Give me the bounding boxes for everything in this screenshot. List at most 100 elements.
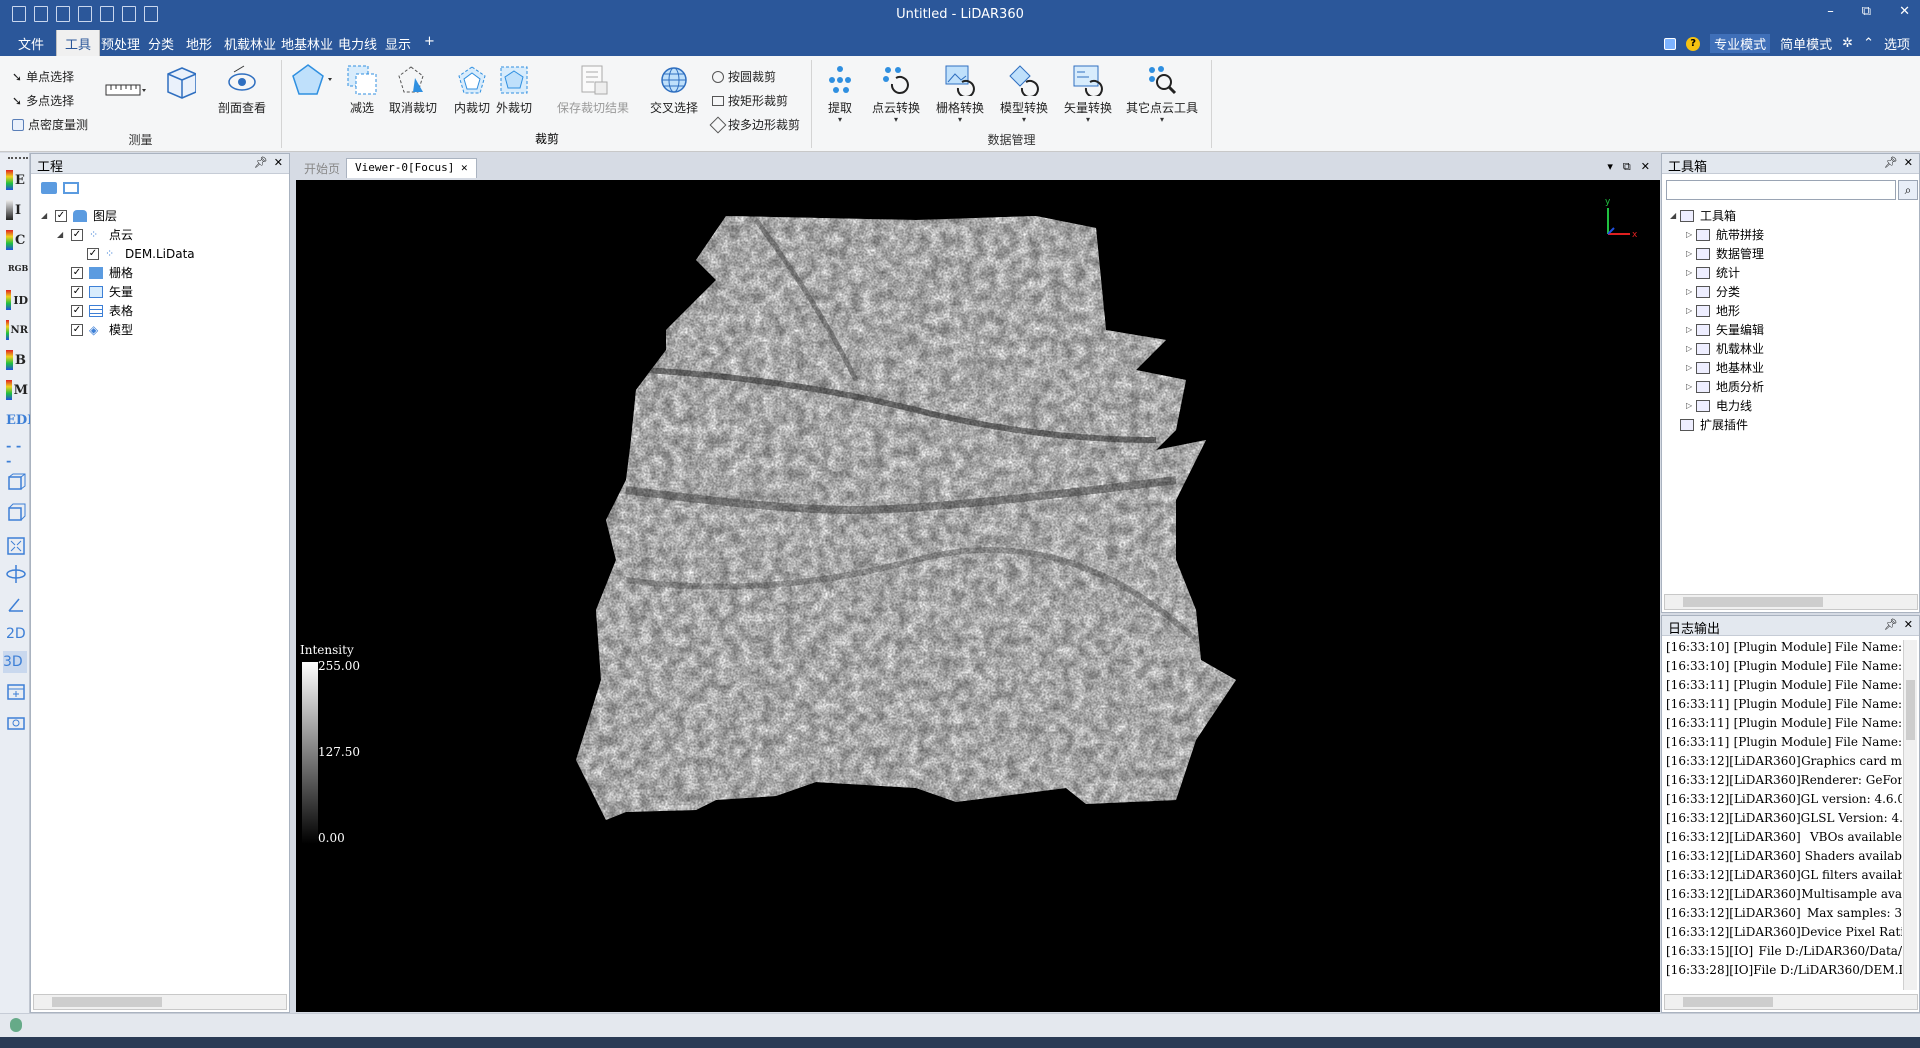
rotate-view-button[interactable] [6, 563, 28, 585]
ruler-button[interactable] [104, 74, 148, 109]
color-by-return-button[interactable]: NR [6, 319, 28, 341]
checkbox[interactable]: ✓ [71, 285, 83, 298]
toolbox-item[interactable]: ▷ 航带拼接 [1670, 225, 1764, 244]
measure-angle-button[interactable] [6, 593, 28, 615]
color-by-class-button[interactable]: C [6, 229, 28, 251]
checkbox[interactable]: ✓ [87, 247, 99, 260]
cross-select-button[interactable]: 交叉选择 [650, 64, 698, 116]
toolbox-item[interactable]: ▷ 矢量编辑 [1670, 320, 1764, 339]
tab-start-page[interactable]: 开始页 [296, 158, 348, 178]
toolbox-horizontal-scrollbar[interactable] [1664, 594, 1918, 610]
layout-icon[interactable] [1664, 37, 1677, 50]
pc-convert-button[interactable]: 点云转换 ▾ [872, 64, 920, 124]
line-style-button[interactable]: - - - [6, 439, 28, 469]
tree-node-vector[interactable]: ✓ 矢量 [41, 282, 195, 301]
profile-view-button[interactable]: 剖面查看 [218, 64, 266, 116]
cancel-clip-button[interactable]: 取消裁切 [389, 64, 437, 116]
expand-icon[interactable]: ▷ [1686, 268, 1696, 277]
pin-icon[interactable]: 📌︎ [1884, 156, 1898, 169]
tab-preprocess[interactable]: 预处理 [101, 34, 140, 53]
scroll-thumb[interactable] [1683, 997, 1773, 1007]
subtract-button[interactable]: 减选 [346, 64, 378, 116]
tree-node-pointcloud[interactable]: ◢ ✓ ⁘ 点云 [41, 225, 195, 244]
point-cloud-render[interactable]: Intensity 255.00 127.50 0.00 y x [296, 180, 1660, 1012]
expand-icon[interactable]: ▷ [1686, 306, 1696, 315]
tab-file[interactable]: 文件 [18, 34, 44, 53]
tree-node-model[interactable]: ✓ ◈ 模型 [41, 320, 195, 339]
other-tools-button[interactable]: 其它点云工具 ▾ [1126, 64, 1198, 124]
rect-clip-button[interactable]: 按矩形裁剪 [712, 92, 788, 109]
scroll-thumb[interactable] [1906, 680, 1915, 740]
tab-tls-forestry[interactable]: 地基林业 [281, 34, 333, 53]
checkbox[interactable]: ✓ [71, 304, 83, 317]
collapse-ribbon-icon[interactable]: ⌃ [1863, 36, 1874, 51]
layers-stack-icon[interactable] [63, 182, 79, 194]
search-icon[interactable]: ⌕ [1898, 180, 1918, 200]
close-tab-icon[interactable]: ✕ [461, 161, 468, 174]
restore-button[interactable]: ⧉ [1862, 4, 1871, 19]
edl-button[interactable]: EDL [6, 409, 36, 431]
tab-als-forestry[interactable]: 机载林业 [224, 34, 276, 53]
point-cloud-viewport[interactable]: Intensity 255.00 127.50 0.00 y x [296, 180, 1660, 1012]
tab-powerline[interactable]: 电力线 [338, 34, 377, 53]
inner-clip-button[interactable]: 内裁切 [454, 64, 490, 116]
view-2d-button[interactable]: 2D [6, 623, 28, 645]
close-viewer-icon[interactable]: ✕ [1641, 160, 1650, 174]
outer-clip-button[interactable]: 外裁切 [496, 64, 532, 116]
pro-mode-button[interactable]: 专业模式 [1710, 34, 1771, 53]
expand-icon[interactable]: ▷ [1686, 401, 1696, 410]
toolbox-item[interactable]: ▷ 统计 [1670, 263, 1764, 282]
toolbox-item[interactable]: ▷ 地基林业 [1670, 358, 1764, 377]
log-horizontal-scrollbar[interactable] [1664, 994, 1918, 1010]
collapse-icon[interactable]: ◢ [57, 230, 67, 239]
color-by-rgb-button[interactable]: RGB [6, 257, 28, 279]
scroll-thumb[interactable] [1683, 597, 1823, 607]
toolbox-item[interactable]: ▷ 数据管理 [1670, 244, 1764, 263]
expand-icon[interactable]: ▷ [1686, 382, 1696, 391]
tab-classify[interactable]: 分类 [148, 34, 174, 53]
expand-icon[interactable]: ▷ [1686, 249, 1696, 258]
color-by-b-button[interactable]: B [6, 349, 28, 371]
view-3d-button[interactable]: 3D [3, 651, 27, 673]
toolbox-item[interactable]: ▷ 电力线 [1670, 396, 1764, 415]
expand-icon[interactable]: ▷ [1686, 230, 1696, 239]
help-icon[interactable]: ? [1686, 36, 1701, 51]
simple-mode-button[interactable]: 简单模式 [1780, 34, 1832, 53]
box-side-button[interactable] [6, 501, 28, 523]
add-window-button[interactable] [6, 681, 28, 703]
expand-icon[interactable]: ▷ [1686, 344, 1696, 353]
color-by-elevation-button[interactable]: E [6, 169, 28, 191]
tab-terrain[interactable]: 地形 [186, 34, 212, 53]
color-by-m-button[interactable]: M [6, 379, 28, 401]
fit-view-button[interactable] [6, 535, 28, 557]
pin-icon[interactable]: 📌︎ [1884, 618, 1898, 631]
checkbox[interactable]: ✓ [71, 323, 83, 336]
options-button[interactable]: 选项 [1884, 34, 1910, 53]
multi-select-button[interactable]: ➘ 多点选择 [12, 92, 74, 109]
single-select-button[interactable]: ➘ 单点选择 [12, 68, 74, 85]
tree-node-raster[interactable]: ✓ 栅格 [41, 263, 195, 282]
camera-button[interactable] [6, 711, 28, 733]
expand-icon[interactable]: ▷ [1686, 363, 1696, 372]
close-panel-icon[interactable]: ✕ [1904, 156, 1913, 169]
scroll-thumb[interactable] [52, 997, 162, 1007]
toolbox-plugins[interactable]: 扩展插件 [1670, 415, 1764, 434]
vector-convert-button[interactable]: 矢量转换 ▾ [1064, 64, 1112, 124]
box-view-button[interactable] [6, 471, 28, 493]
expand-icon[interactable]: ▷ [1686, 287, 1696, 296]
toolbox-item[interactable]: ▷ 分类 [1670, 282, 1764, 301]
toolbox-item[interactable]: ▷ 地形 [1670, 301, 1764, 320]
tab-viewer-0[interactable]: Viewer-0[Focus] ✕ [346, 158, 477, 178]
layer-icon[interactable] [41, 182, 57, 194]
close-panel-icon[interactable]: ✕ [1904, 618, 1913, 631]
tab-tools[interactable]: 工具 [56, 30, 101, 56]
close-button[interactable]: ✕ [1899, 4, 1910, 19]
tree-node-layers[interactable]: ◢ ✓ 图层 [41, 206, 195, 225]
cube-measure-button[interactable] [164, 66, 196, 101]
settings-gear-icon[interactable]: ✲ [1842, 36, 1853, 51]
dropdown-icon[interactable]: ▾ [1607, 160, 1613, 174]
pin-icon[interactable]: 📌︎ [254, 156, 268, 169]
close-panel-icon[interactable]: ✕ [274, 156, 283, 169]
checkbox[interactable]: ✓ [55, 209, 67, 222]
toolbox-root[interactable]: ◢ 工具箱 [1670, 206, 1764, 225]
